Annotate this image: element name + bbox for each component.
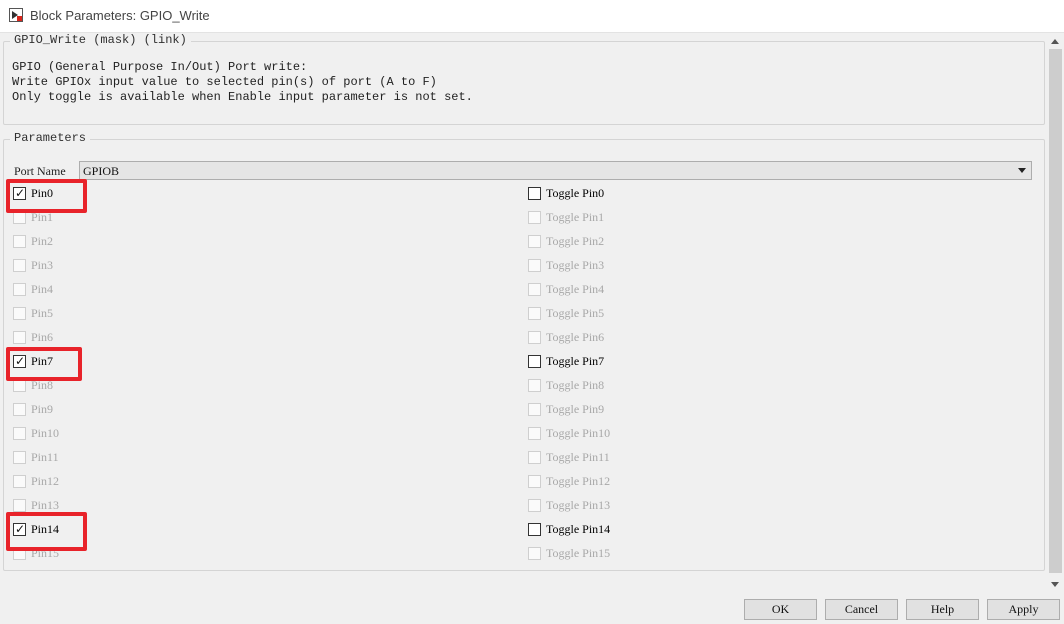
toggle-label: Toggle Pin8 [546,378,605,392]
toggle-label: Toggle Pin1 [546,210,605,224]
checkbox-box [528,235,541,248]
checkbox-box[interactable]: ✓ [13,186,26,200]
pin-label: Pin0 [31,186,54,200]
toggle-label: Toggle Pin5 [546,306,605,320]
cancel-button[interactable]: Cancel [825,599,898,620]
scroll-thumb[interactable] [1049,49,1062,573]
checkbox-box [528,475,541,488]
toggle-label: Toggle Pin3 [546,258,605,272]
checkbox-box[interactable] [528,187,541,200]
simulink-block-icon [9,8,23,22]
pin-label: Pin6 [31,330,54,344]
checkbox-box[interactable]: ✓ [13,522,26,536]
scroll-down-arrow-icon[interactable] [1051,582,1059,587]
pin-label: Pin14 [31,522,60,536]
checkbox-box [13,427,26,440]
pin-label: Pin1 [31,210,54,224]
pin-label: Pin4 [31,282,54,296]
checkbox-box [528,379,541,392]
checkbox-box [13,259,26,272]
checkmark-icon: ✓ [15,522,26,536]
title-bar: Block Parameters: GPIO_Write [0,0,1064,33]
vertical-scrollbar[interactable] [1047,33,1064,593]
checkmark-icon: ✓ [15,186,26,200]
ok-button[interactable]: OK [744,599,817,620]
description-text: GPIO (General Purpose In/Out) Port write… [12,60,473,105]
parameters-legend: Parameters [10,131,91,145]
checkmark-icon: ✓ [15,354,26,368]
checkbox-box [13,307,26,320]
help-button[interactable]: Help [906,599,979,620]
pin-label: Pin11 [31,450,59,464]
pin-label: Pin10 [31,426,60,440]
pin-label: Pin5 [31,306,54,320]
apply-button[interactable]: Apply [987,599,1060,620]
pin-label: Pin7 [31,354,54,368]
toggle-label: Toggle Pin2 [546,234,605,248]
checkbox-box [528,283,541,296]
pin-label: Pin12 [31,474,60,488]
dialog-content: GPIO_Write (mask) (link) GPIO (General P… [0,33,1047,593]
pin-label: Pin3 [31,258,54,272]
pin-label: Pin15 [31,546,60,560]
toggle-label: Toggle Pin7 [546,354,605,368]
chevron-down-icon [1018,168,1026,173]
checkbox-box [528,427,541,440]
checkbox-box [13,403,26,416]
checkbox-box [528,211,541,224]
parameters-group: Parameters Port Name GPIOB ✓ Pin0 Pin1 Pin2… [3,131,1045,571]
checkbox-box[interactable] [528,355,541,368]
checkbox-box [528,547,541,560]
pin-label: Pin8 [31,378,54,392]
checkbox-box [13,451,26,464]
checkbox-box [13,331,26,344]
description-line-3: Only toggle is available when Enable inp… [12,90,473,104]
checkbox-box[interactable] [528,523,541,536]
port-name-label: Port Name [14,164,66,178]
toggle-label: Toggle Pin13 [546,498,611,512]
description-line-1: GPIO (General Purpose In/Out) Port write… [12,60,308,74]
toggle-label: Toggle Pin6 [546,330,605,344]
toggle-label: Toggle Pin10 [546,426,611,440]
pin-label: Pin2 [31,234,54,248]
description-group: GPIO_Write (mask) (link) GPIO (General P… [3,33,1045,125]
description-legend: GPIO_Write (mask) (link) [10,33,191,47]
toggle-label: Toggle Pin9 [546,402,605,416]
toggle-label: Toggle Pin11 [546,450,610,464]
port-name-value: GPIOB [83,164,120,178]
checkbox-box [528,307,541,320]
port-name-select[interactable]: GPIOB [79,161,1032,180]
checkbox-box [528,403,541,416]
checkbox-box [528,259,541,272]
checkbox-box [13,235,26,248]
toggle-label: Toggle Pin15 [546,546,611,560]
checkbox-box [528,451,541,464]
checkbox-box [13,283,26,296]
checkbox-box [13,211,26,224]
pin-label: Pin13 [31,498,60,512]
toggle-label: Toggle Pin12 [546,474,611,488]
toggle-label: Toggle Pin0 [546,186,605,200]
checkbox-box [13,475,26,488]
checkbox-box [528,331,541,344]
window-title: Block Parameters: GPIO_Write [30,8,210,23]
description-line-2: Write GPIOx input value to selected pin(… [12,75,437,89]
pin-label: Pin9 [31,402,54,416]
checkbox-box[interactable]: ✓ [13,354,26,368]
toggle-label: Toggle Pin4 [546,282,605,296]
scroll-up-arrow-icon[interactable] [1051,39,1059,44]
checkbox-box [13,379,26,392]
checkbox-box [13,547,26,560]
checkbox-box [528,499,541,512]
checkbox-box [13,499,26,512]
toggle-label: Toggle Pin14 [546,522,611,536]
